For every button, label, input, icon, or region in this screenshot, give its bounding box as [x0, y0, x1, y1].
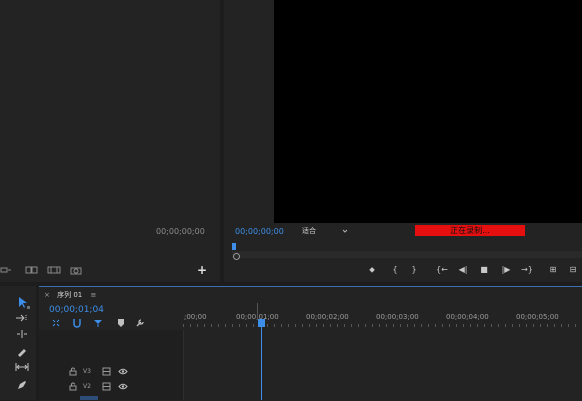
step-forward-button[interactable]: |▶ — [499, 265, 513, 275]
lock-icon[interactable] — [69, 367, 77, 379]
recording-label: 正在录制... — [450, 226, 490, 235]
ruler-label: 00;00;02;00 — [306, 313, 349, 321]
source-panel — [0, 0, 220, 282]
lock-icon[interactable] — [69, 382, 77, 394]
menu-icon[interactable]: ≡ — [90, 291, 96, 299]
track-select-tool-icon[interactable] — [13, 313, 31, 327]
camera-icon[interactable] — [70, 265, 82, 278]
source-timecode: 00;00;00;00 — [156, 227, 205, 236]
tools-expand-icon[interactable] — [27, 306, 30, 309]
ruler-label: 00;00;03;00 — [376, 313, 419, 321]
fit-dropdown[interactable]: 适合 — [298, 225, 350, 237]
stop-button[interactable]: ■ — [478, 265, 490, 275]
ruler-label: 00;00;04;00 — [446, 313, 489, 321]
playhead-marker[interactable] — [232, 243, 236, 250]
timeline-playhead-head[interactable] — [258, 319, 265, 327]
go-to-out-button[interactable]: →} — [519, 265, 535, 275]
eye-icon[interactable] — [118, 367, 128, 379]
insert-button[interactable]: ⊞ — [546, 265, 560, 275]
ripple-edit-tool-icon[interactable] — [13, 329, 31, 343]
track-target-v1[interactable] — [80, 396, 98, 400]
pen-tool-icon[interactable] — [13, 379, 31, 393]
go-to-in-button[interactable]: {← — [434, 265, 450, 275]
overwrite-button[interactable]: ⊟ — [566, 265, 580, 275]
eye-icon[interactable] — [118, 382, 128, 394]
step-back-button[interactable]: ◀| — [456, 265, 470, 275]
work-area-line — [257, 303, 258, 319]
film-icon[interactable] — [47, 265, 61, 278]
ruler-label: ;00;00 — [184, 313, 207, 321]
mark-in-button[interactable]: { — [389, 265, 401, 275]
fit-label: 适合 — [302, 227, 316, 235]
track-label-v2: V2 — [83, 383, 91, 390]
track-label-v3: V3 — [83, 368, 91, 375]
program-scrub-bar[interactable] — [232, 251, 582, 258]
close-icon[interactable]: × — [44, 291, 50, 299]
add-marker-button[interactable]: ⬥ — [366, 265, 378, 275]
sync-lock-icon[interactable] — [102, 367, 111, 379]
add-button[interactable]: + — [197, 263, 207, 277]
sequence-tab-label: 序列 01 — [57, 291, 83, 299]
chevron-down-icon — [342, 225, 348, 241]
program-timecode[interactable]: 00;00;00;00 — [235, 227, 284, 236]
timeline-timecode[interactable]: 00;00;01;04 — [49, 305, 104, 315]
track-divider — [183, 330, 184, 400]
slip-tool-icon[interactable] — [13, 362, 31, 376]
sequence-tab[interactable]: × 序列 01 ≡ — [44, 289, 96, 301]
sync-lock-icon[interactable] — [102, 382, 111, 394]
track-header-area — [39, 330, 183, 400]
timeline-playhead-line[interactable] — [261, 327, 262, 400]
ripple-icon[interactable] — [0, 265, 12, 278]
recording-status-bar: 正在录制... — [415, 225, 525, 236]
mark-out-button[interactable]: } — [408, 265, 420, 275]
razor-tool-icon[interactable] — [13, 346, 31, 360]
video-preview — [274, 0, 582, 223]
ruler-label: 00;00;05;00 — [516, 313, 559, 321]
layer-icon[interactable] — [25, 265, 39, 278]
playhead-handle[interactable] — [233, 253, 240, 260]
